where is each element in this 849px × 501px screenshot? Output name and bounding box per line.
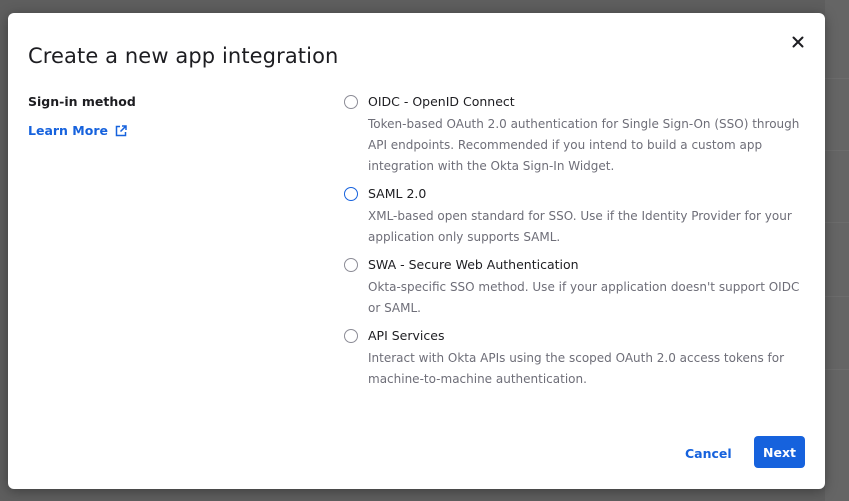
learn-more-label: Learn More: [28, 123, 108, 138]
option-description: Token-based OAuth 2.0 authentication for…: [368, 117, 800, 173]
learn-more-link[interactable]: Learn More: [28, 123, 127, 138]
option-api-services[interactable]: API Services Interact with Okta APIs usi…: [343, 327, 803, 390]
close-button[interactable]: [787, 31, 809, 53]
option-title: SAML 2.0: [368, 186, 427, 201]
option-description: XML-based open standard for SSO. Use if …: [368, 209, 792, 244]
radio-button[interactable]: [344, 95, 358, 109]
sign-in-method-options: OIDC - OpenID Connect Token-based OAuth …: [343, 93, 803, 398]
background-page-strip: [825, 0, 849, 501]
radio-button[interactable]: [344, 187, 358, 201]
background-divider: [825, 222, 849, 223]
background-divider: [825, 296, 849, 297]
close-icon: [792, 36, 804, 48]
background-divider: [825, 78, 849, 79]
option-title: API Services: [368, 328, 445, 343]
option-oidc[interactable]: OIDC - OpenID Connect Token-based OAuth …: [343, 93, 803, 177]
external-link-icon: [115, 124, 127, 137]
radio-button[interactable]: [344, 258, 358, 272]
sign-in-method-label: Sign-in method: [28, 94, 136, 109]
dialog-title: Create a new app integration: [28, 44, 339, 68]
create-app-integration-dialog: Create a new app integration Sign-in met…: [8, 13, 825, 489]
option-title: SWA - Secure Web Authentication: [368, 257, 579, 272]
background-divider: [825, 369, 849, 370]
background-divider: [825, 150, 849, 151]
cancel-button[interactable]: Cancel: [685, 441, 732, 467]
option-saml[interactable]: SAML 2.0 XML-based open standard for SSO…: [343, 185, 803, 248]
radio-button[interactable]: [344, 329, 358, 343]
option-description: Interact with Okta APIs using the scoped…: [368, 351, 785, 386]
option-description: Okta-specific SSO method. Use if your ap…: [368, 280, 800, 315]
next-button[interactable]: Next: [754, 436, 805, 468]
option-swa[interactable]: SWA - Secure Web Authentication Okta-spe…: [343, 256, 803, 319]
option-title: OIDC - OpenID Connect: [368, 94, 515, 109]
